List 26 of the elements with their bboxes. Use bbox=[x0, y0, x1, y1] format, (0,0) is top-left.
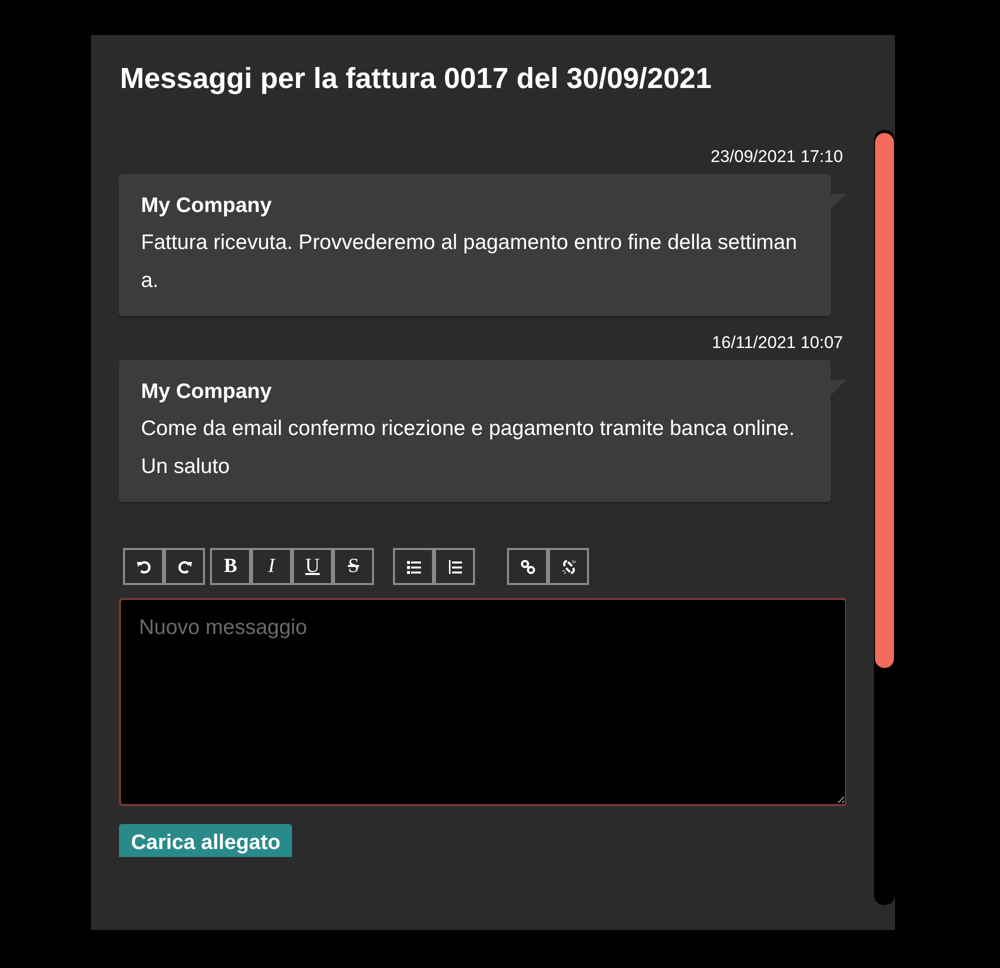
unlink-icon bbox=[560, 558, 576, 574]
bullets-button[interactable] bbox=[393, 548, 434, 585]
bullet-list-icon bbox=[406, 558, 422, 574]
link-icon bbox=[520, 558, 536, 574]
message-text: Fattura ricevuta. Provvederemo al pagamento entro fine della settimana. bbox=[141, 230, 798, 294]
message-sender: My Company bbox=[141, 194, 273, 218]
message-timestamp: 23/09/2021 17:10 bbox=[710, 147, 843, 167]
dialog-title: Messaggi per la fattura 0017 del 30/09/2021 bbox=[119, 62, 713, 97]
italic-button[interactable]: I bbox=[251, 548, 292, 585]
link-button[interactable] bbox=[507, 548, 548, 585]
numbered-list-icon bbox=[446, 558, 462, 574]
message-sender: My Company bbox=[141, 380, 273, 404]
upload-attachment-button[interactable]: Carica allegato bbox=[119, 824, 292, 857]
message-timestamp: 16/11/2021 10:07 bbox=[712, 333, 843, 353]
numbering-button[interactable] bbox=[434, 548, 475, 585]
undo-button[interactable] bbox=[123, 548, 164, 585]
unlink-button[interactable] bbox=[548, 548, 589, 585]
redo-button[interactable] bbox=[164, 548, 205, 585]
message-input[interactable]: Nuovo messaggio bbox=[119, 598, 846, 806]
scrollbar-thumb[interactable] bbox=[875, 133, 894, 668]
redo-icon bbox=[176, 558, 192, 574]
bold-button[interactable]: B bbox=[210, 548, 251, 585]
message-text: Come da email confermo ricezione e pagamento tramite banca online. Un saluto bbox=[141, 416, 796, 480]
undo-icon bbox=[136, 558, 152, 574]
underline-button[interactable]: U bbox=[292, 548, 333, 585]
strikethrough-button[interactable]: S bbox=[333, 548, 374, 585]
